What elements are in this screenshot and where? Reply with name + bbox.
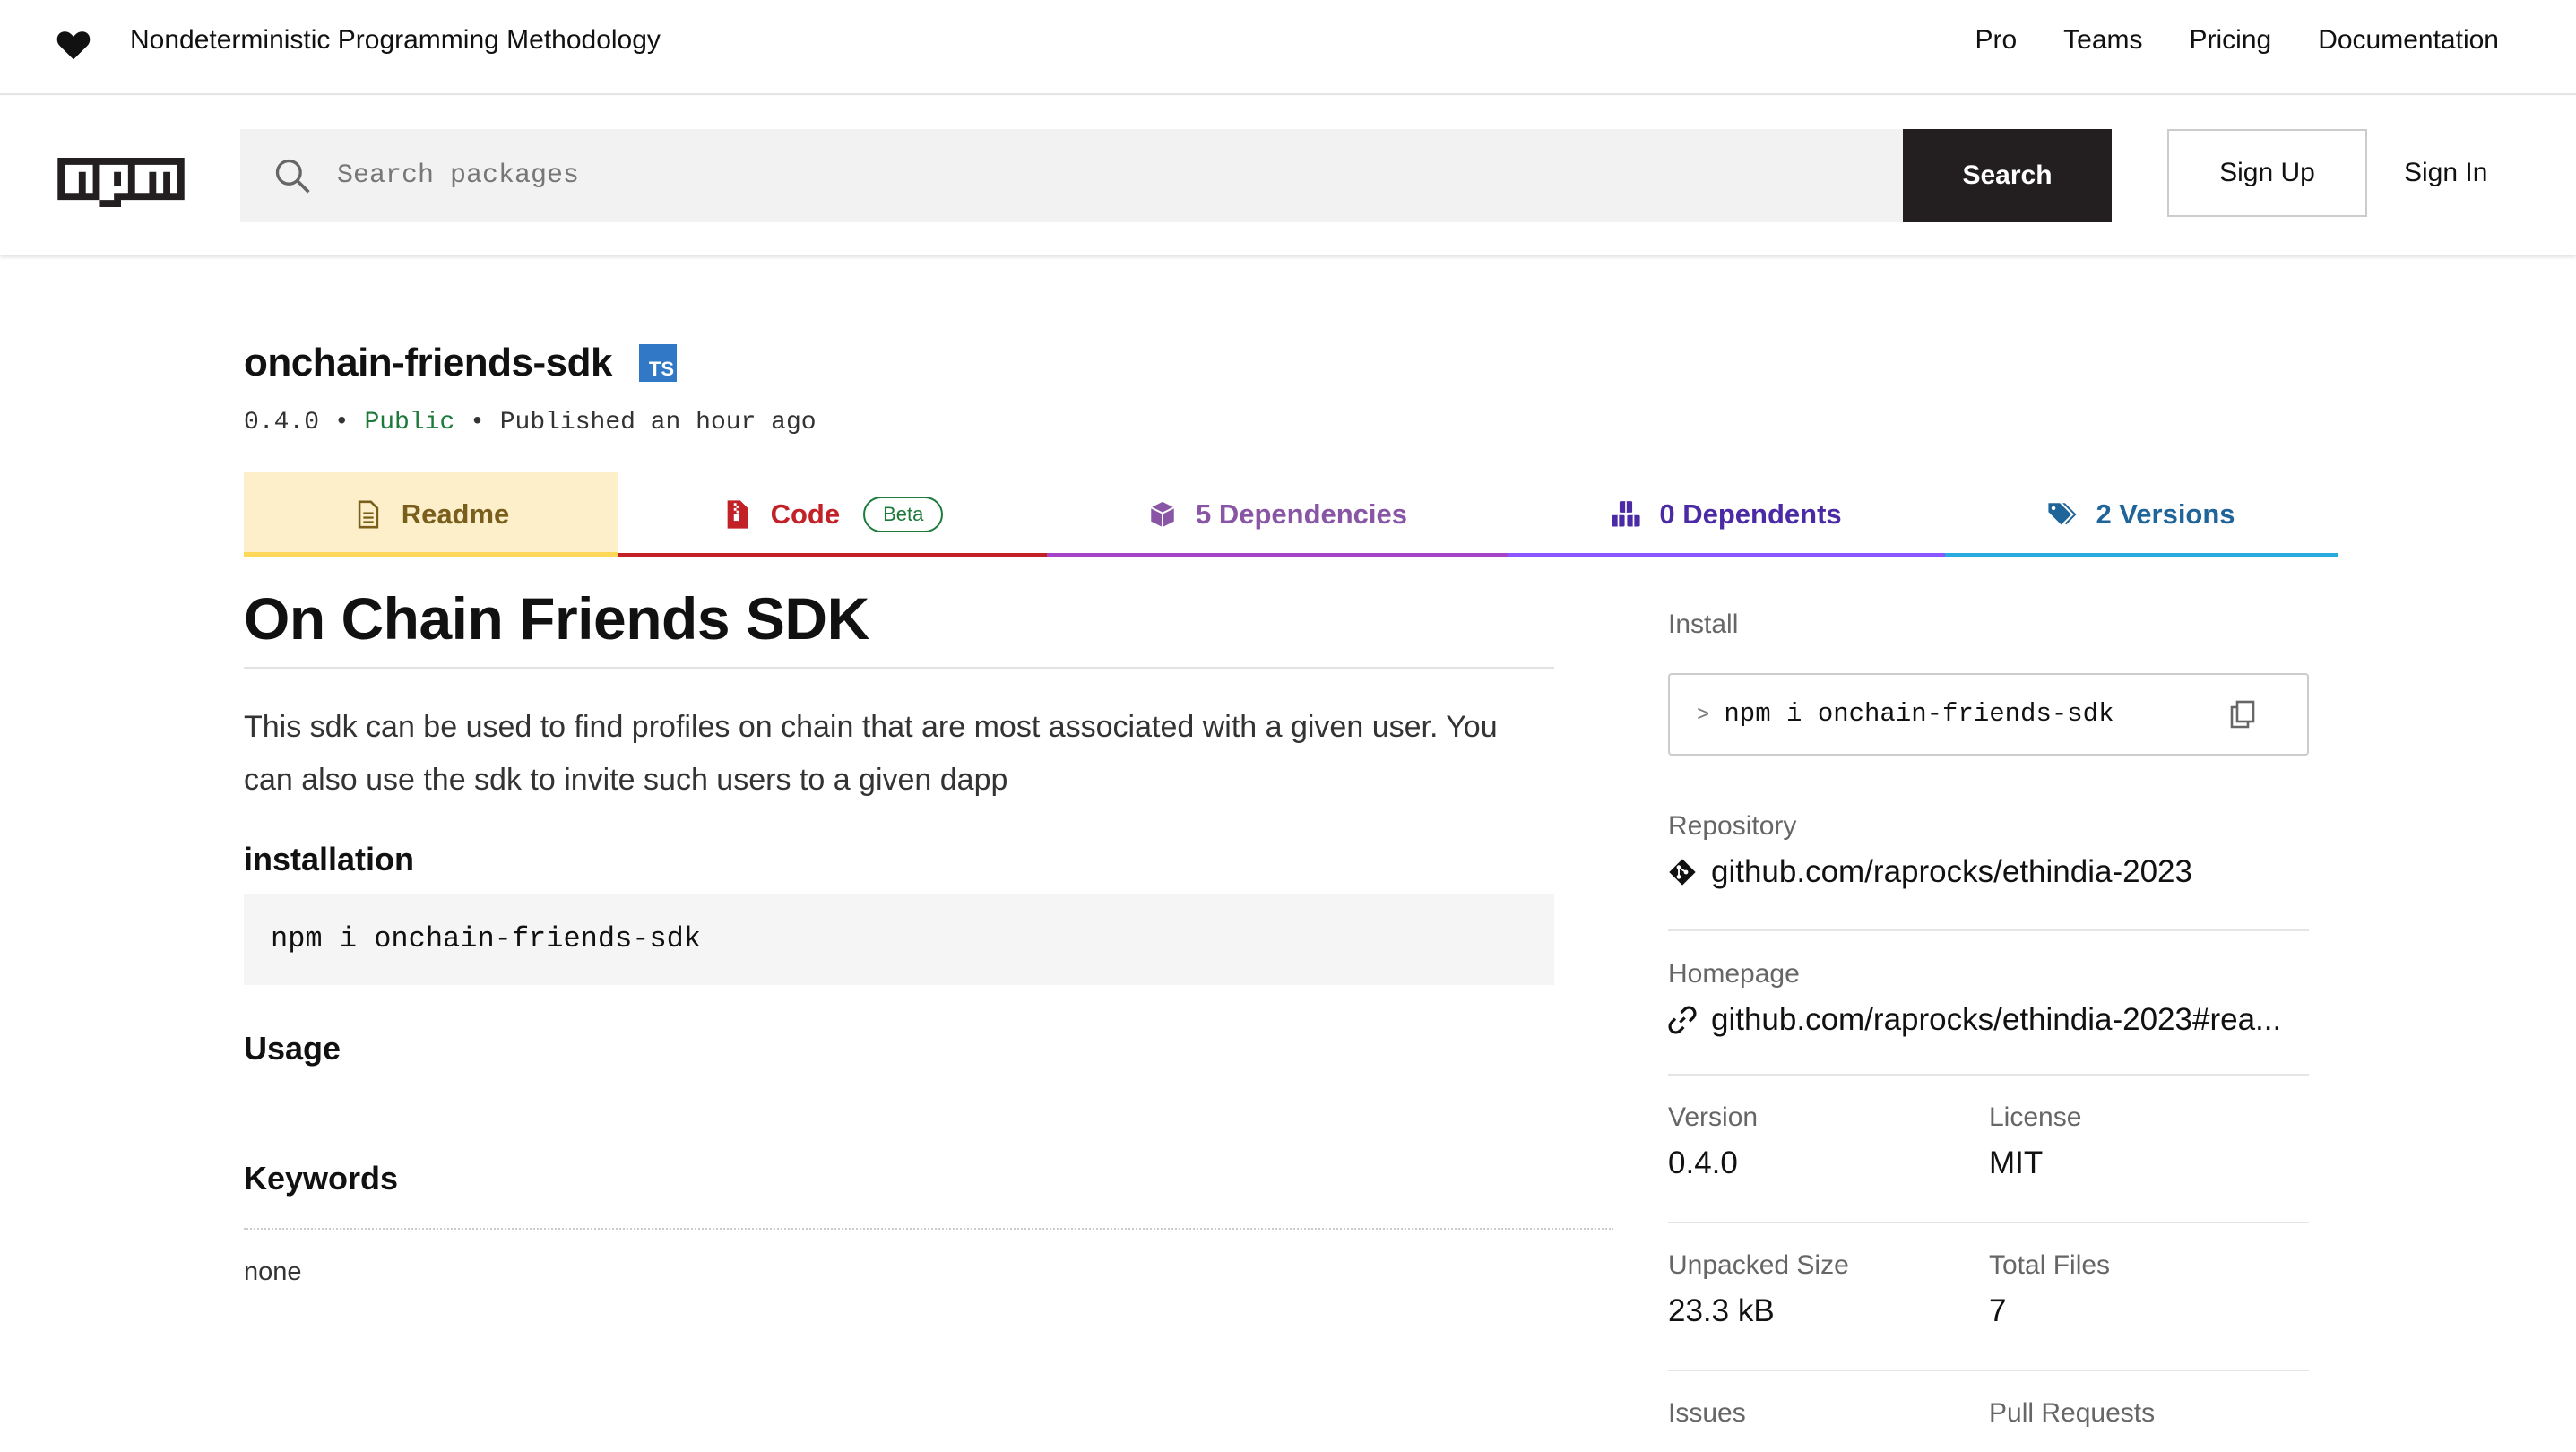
license-block: License MIT bbox=[1989, 1102, 2294, 1181]
ts-badge-label: TS bbox=[648, 358, 674, 380]
search-box bbox=[240, 129, 1904, 222]
version-value: 0.4.0 bbox=[1668, 1145, 1738, 1180]
sign-in-link[interactable]: Sign In bbox=[2404, 129, 2487, 217]
pull-requests-label: Pull Requests bbox=[1989, 1398, 2156, 1428]
tab-underline bbox=[1945, 553, 2338, 557]
beta-badge: Beta bbox=[863, 497, 944, 532]
nav-documentation[interactable]: Documentation bbox=[2318, 25, 2499, 56]
typescript-badge-icon: TS bbox=[639, 344, 677, 382]
package-sidebar: Install > npm i onchain-friends-sdk Repos… bbox=[1668, 609, 2309, 1428]
homepage-link[interactable]: github.com/raprocks/ethindia-2023#rea... bbox=[1668, 1002, 2309, 1038]
keywords-divider bbox=[244, 1228, 1613, 1230]
meta-separator: • bbox=[470, 409, 485, 436]
sidebar-divider bbox=[1668, 1222, 2309, 1223]
meta-separator: • bbox=[333, 409, 350, 436]
installation-heading: installation bbox=[244, 841, 415, 877]
repository-link[interactable]: github.com/raprocks/ethindia-2023 bbox=[1668, 854, 2309, 890]
repository-block: Repository github.com/raprocks/ethindia-… bbox=[1668, 811, 2309, 890]
tab-underline bbox=[1508, 553, 1945, 557]
package-published: Published an hour ago bbox=[499, 409, 817, 436]
tab-dependencies[interactable]: 5 Dependencies bbox=[1047, 472, 1508, 557]
sign-up-button[interactable]: Sign Up bbox=[2167, 129, 2367, 217]
package-tabs: Readme Code Beta 5 Dependencies 0 Depend… bbox=[244, 472, 2338, 557]
search-input[interactable] bbox=[337, 129, 1861, 222]
nav-teams[interactable]: Teams bbox=[2063, 25, 2142, 56]
file-zip-icon bbox=[727, 500, 748, 529]
readme-content: On Chain Friends SDK This sdk can be use… bbox=[244, 584, 1613, 1286]
package-name: onchain-friends-sdk bbox=[244, 341, 613, 385]
package-version: 0.4.0 bbox=[244, 409, 320, 436]
version-block: Version 0.4.0 bbox=[1668, 1102, 1973, 1181]
package-title-row: onchain-friends-sdk TS bbox=[244, 341, 677, 385]
tagline[interactable]: Nondeterministic Programming Methodology bbox=[130, 25, 661, 56]
npm-logo[interactable] bbox=[57, 158, 185, 207]
unpacked-size-label: Unpacked Size bbox=[1668, 1250, 1849, 1280]
sidebar-divider bbox=[1668, 929, 2309, 931]
heart-icon bbox=[56, 31, 91, 60]
install-label: Install bbox=[1668, 609, 1739, 639]
unpacked-size-block: Unpacked Size 23.3 kB bbox=[1668, 1250, 1973, 1329]
tab-underline bbox=[244, 552, 618, 557]
document-icon bbox=[358, 500, 378, 529]
version-label: Version bbox=[1668, 1102, 1759, 1132]
readme-title: On Chain Friends SDK bbox=[244, 584, 1554, 669]
nav-pro[interactable]: Pro bbox=[1975, 25, 2017, 56]
search-button[interactable]: Search bbox=[1903, 129, 2112, 222]
install-command[interactable]: npm i onchain-friends-sdk bbox=[1724, 699, 2114, 729]
search-header: Search Sign Up Sign In bbox=[0, 96, 2576, 255]
package-visibility: Public bbox=[364, 409, 455, 436]
homepage-value[interactable]: github.com/raprocks/ethindia-2023#rea... bbox=[1711, 1002, 2281, 1038]
repository-value[interactable]: github.com/raprocks/ethindia-2023 bbox=[1711, 854, 2192, 890]
tab-versions-label: 2 Versions bbox=[2096, 498, 2235, 530]
issues-label: Issues bbox=[1668, 1398, 1746, 1428]
sidebar-divider bbox=[1668, 1074, 2309, 1076]
terminal-prompt-icon: > bbox=[1697, 704, 1710, 728]
tab-dependents-label: 0 Dependents bbox=[1659, 498, 1842, 530]
keywords-heading: Keywords bbox=[244, 1160, 399, 1197]
top-banner: Nondeterministic Programming Methodology… bbox=[0, 0, 2576, 95]
tab-code[interactable]: Code Beta bbox=[618, 472, 1047, 557]
boxes-icon bbox=[1612, 501, 1640, 527]
license-value: MIT bbox=[1989, 1145, 2044, 1180]
tab-dependents[interactable]: 0 Dependents bbox=[1508, 472, 1945, 557]
search-icon bbox=[275, 159, 310, 194]
total-files-block: Total Files 7 bbox=[1989, 1250, 2294, 1329]
tab-readme[interactable]: Readme bbox=[244, 472, 618, 557]
homepage-block: Homepage github.com/raprocks/ethindia-20… bbox=[1668, 959, 2309, 1038]
install-code-block: npm i onchain-friends-sdk bbox=[244, 894, 1554, 985]
link-icon bbox=[1668, 1006, 1697, 1034]
git-icon bbox=[1669, 859, 1696, 886]
top-nav: Pro Teams Pricing Documentation bbox=[1975, 25, 2499, 56]
package-meta: 0.4.0 • Public • Published an hour ago bbox=[244, 409, 817, 436]
total-files-label: Total Files bbox=[1989, 1250, 2111, 1280]
tab-underline bbox=[618, 553, 1047, 557]
pull-requests-block: Pull Requests bbox=[1989, 1398, 2294, 1429]
keywords-value: none bbox=[244, 1258, 302, 1286]
repository-label: Repository bbox=[1668, 811, 1797, 841]
readme-description: This sdk can be used to find profiles on… bbox=[244, 710, 1498, 797]
tab-code-label: Code bbox=[770, 498, 841, 530]
total-files-value: 7 bbox=[1989, 1293, 2007, 1328]
license-label: License bbox=[1989, 1102, 2082, 1132]
sidebar-divider bbox=[1668, 1370, 2309, 1371]
usage-heading: Usage bbox=[244, 1030, 341, 1067]
tags-icon bbox=[2048, 503, 2078, 525]
box-icon bbox=[1150, 501, 1175, 528]
tab-underline bbox=[1047, 553, 1508, 557]
unpacked-size-value: 23.3 kB bbox=[1668, 1293, 1775, 1328]
copy-icon[interactable] bbox=[2230, 700, 2255, 729]
nav-pricing[interactable]: Pricing bbox=[2190, 25, 2272, 56]
issues-block: Issues bbox=[1668, 1398, 1973, 1429]
homepage-label: Homepage bbox=[1668, 959, 1800, 989]
tab-dependencies-label: 5 Dependencies bbox=[1195, 498, 1408, 530]
tab-readme-label: Readme bbox=[401, 498, 510, 530]
tab-versions[interactable]: 2 Versions bbox=[1945, 472, 2338, 557]
install-command-box[interactable]: > npm i onchain-friends-sdk bbox=[1668, 673, 2309, 756]
